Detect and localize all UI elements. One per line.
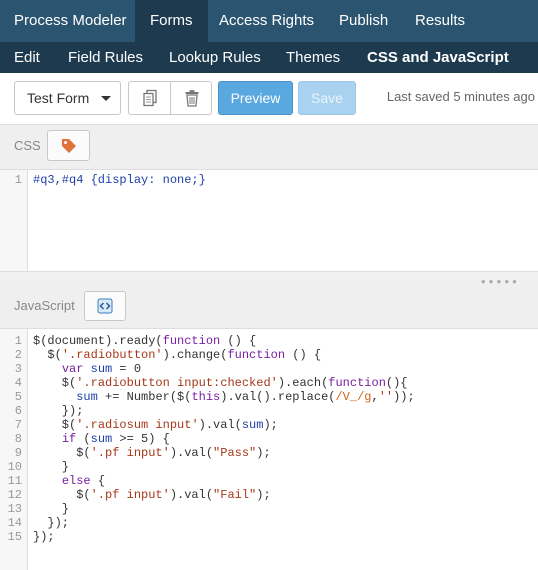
code-icon <box>97 298 113 314</box>
code-line: else { <box>61 474 106 488</box>
css-panel-label: CSS <box>14 138 41 153</box>
sub-nav: Edit Field Rules Lookup Rules Themes CSS… <box>0 42 538 73</box>
code-line: }); <box>33 516 70 530</box>
line-number: 2 <box>14 348 22 362</box>
code-line: } <box>33 460 70 474</box>
tag-icon <box>61 138 76 153</box>
copy-button[interactable] <box>129 82 170 114</box>
line-number: 6 <box>14 404 22 418</box>
line-number: 1 <box>14 334 22 348</box>
tab-results[interactable]: Results <box>401 0 479 42</box>
css-code-editor[interactable]: 1 #q3,#q4 {display: none;} <box>0 170 538 271</box>
last-saved-status: Last saved 5 minutes ago <box>386 89 535 104</box>
form-select-label: Test Form <box>27 90 90 106</box>
line-number: 1 <box>14 173 22 187</box>
css-tag-button[interactable] <box>47 130 90 161</box>
icon-button-group <box>128 81 212 115</box>
line-number: 8 <box>14 432 22 446</box>
subtab-lookup-rules[interactable]: Lookup Rules <box>169 42 261 73</box>
code-line: $('.radiosum input').val(sum); <box>33 418 278 432</box>
line-number: 10 <box>7 460 22 474</box>
caret-down-icon <box>101 96 111 101</box>
subtab-edit[interactable]: Edit <box>14 42 40 73</box>
form-select-dropdown[interactable]: Test Form <box>14 81 121 115</box>
tab-process-modeler[interactable]: Process Modeler <box>0 0 141 42</box>
save-button[interactable]: Save <box>298 81 356 115</box>
line-number: 5 <box>14 390 22 404</box>
subtab-themes[interactable]: Themes <box>286 42 340 73</box>
code-line: } <box>33 502 70 516</box>
panel-resize-handle[interactable]: ●●●●● <box>0 271 538 286</box>
line-number: 4 <box>14 376 22 390</box>
tab-forms[interactable]: Forms <box>135 0 208 42</box>
preview-button[interactable]: Preview <box>218 81 293 115</box>
code-line: $('.radiobutton input:checked').each(fun… <box>33 376 408 390</box>
code-line: sum += Number($(this).val().replace(/V_/… <box>76 390 415 404</box>
tab-publish[interactable]: Publish <box>325 0 402 42</box>
code-line: $('.pf input').val("Pass"); <box>33 446 271 460</box>
subtab-field-rules[interactable]: Field Rules <box>68 42 143 73</box>
code-line: $('.pf input').val("Fail"); <box>33 488 271 502</box>
line-number: 14 <box>7 516 22 530</box>
line-number: 13 <box>7 502 22 516</box>
toolbar: Test Form Preview Save Last saved 5 minu… <box>0 73 538 125</box>
trash-icon <box>185 90 198 107</box>
top-nav: Process Modeler Forms Access Rights Publ… <box>0 0 538 42</box>
line-number: 3 <box>14 362 22 376</box>
line-number: 7 <box>14 418 22 432</box>
delete-button[interactable] <box>171 82 212 114</box>
css-panel-header: CSS <box>0 125 538 170</box>
line-number: 15 <box>7 530 22 544</box>
javascript-panel-header: JavaScript <box>0 285 538 329</box>
code-line: }); <box>33 530 55 544</box>
javascript-panel-label: JavaScript <box>14 298 75 313</box>
code-line: $('.radiobutton').change(function () { <box>33 348 322 362</box>
code-line: $(document).ready(function () { <box>33 334 257 348</box>
copy-icon <box>142 89 157 107</box>
code-line: #q3,#q4 {display: none;} <box>33 173 206 187</box>
code-line: }); <box>33 404 84 418</box>
subtab-css-and-javascript[interactable]: CSS and JavaScript <box>367 42 509 73</box>
line-number: 11 <box>7 474 22 488</box>
code-line: if (sum >= 5) { <box>61 432 170 446</box>
tab-access-rights[interactable]: Access Rights <box>205 0 328 42</box>
line-number: 12 <box>7 488 22 502</box>
javascript-code-button[interactable] <box>84 291 126 321</box>
code-line: var sum = 0 <box>61 362 142 376</box>
line-number: 9 <box>14 446 22 460</box>
javascript-code-editor[interactable]: 1 $(document).ready(function () { 2 $('.ra… <box>0 329 538 570</box>
